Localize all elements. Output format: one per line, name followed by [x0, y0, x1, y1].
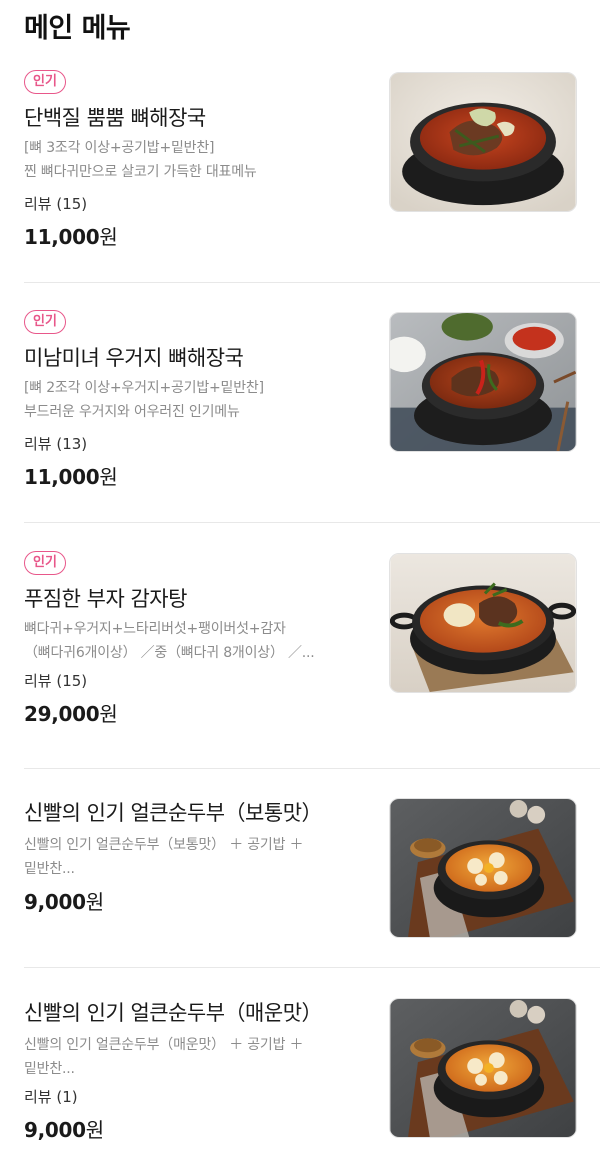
- popular-badge: 인기: [24, 70, 66, 94]
- divider: [24, 967, 600, 968]
- menu-name: 미남미녀 우거지 뼈해장국: [24, 346, 244, 370]
- menu-description-line: [뼈 2조각 이상+우거지+공기밥+밑반찬]: [24, 380, 264, 396]
- price: 29,000원: [24, 699, 369, 729]
- menu-description: 뼈다귀+우거지+느타리버섯+팽이버섯+감자 （뼈다귀6개이상） ／중（뼈다귀 8…: [24, 617, 369, 665]
- menu-item[interactable]: 인기 푸짐한 부자 감자탕 뼈다귀+우거지+느타리버섯+팽이버섯+감자 （뼈다귀…: [0, 551, 600, 769]
- menu-description-line: 부드러운 우거지와 어우러진 인기메뉴: [24, 404, 240, 420]
- menu-description: 신빨의 인기 얼큰순두부（매운맛） ＋ 공기밥 ＋ 밑반찬...: [24, 1033, 369, 1081]
- popular-badge: 인기: [24, 551, 66, 575]
- price-value: 11,000: [24, 465, 100, 489]
- review-count: 리뷰 (15): [24, 195, 88, 213]
- menu-description-line: 찐 뼈다귀만으로 살코기 가득한 대표메뉴: [24, 164, 257, 180]
- menu-item[interactable]: 인기 미남미녀 우거지 뼈해장국 [뼈 2조각 이상+우거지+공기밥+밑반찬] …: [0, 310, 600, 523]
- menu-item[interactable]: 신빨의 인기 얼큰순두부（보통맛） 신빨의 인기 얼큰순두부（보통맛） ＋ 공기…: [0, 796, 600, 968]
- menu-name: 푸짐한 부자 감자탕: [24, 587, 187, 611]
- currency: 원: [99, 702, 118, 726]
- ugeoji-haejangguk-image[interactable]: [389, 312, 577, 452]
- menu-description: [뼈 3조각 이상+공기밥+밑반찬] 찐 뼈다귀만으로 살코기 가득한 대표메뉴: [24, 136, 369, 184]
- menu-description-line: 뼈다귀+우거지+느타리버섯+팽이버섯+감자: [24, 621, 286, 637]
- menu-description-line: （뼈다귀6개이상） ／중（뼈다귀 8개이상） ／...: [24, 645, 315, 661]
- gamjatang-pot-image[interactable]: [389, 553, 577, 693]
- menu-description-line: 밑반찬...: [24, 1061, 75, 1077]
- price: 9,000원: [24, 1115, 369, 1145]
- currency: 원: [99, 225, 118, 249]
- price: 11,000원: [24, 222, 369, 252]
- review-count: 리뷰 (15): [24, 672, 88, 690]
- divider: [24, 282, 600, 283]
- menu-description-line: 신빨의 인기 얼큰순두부（보통맛） ＋ 공기밥 ＋: [24, 837, 304, 853]
- popular-badge: 인기: [24, 310, 66, 334]
- currency: 원: [99, 465, 118, 489]
- currency: 원: [85, 890, 104, 914]
- menu-description: 신빨의 인기 얼큰순두부（보통맛） ＋ 공기밥 ＋ 밑반찬...: [24, 833, 369, 881]
- haejangguk-bowl-image[interactable]: [389, 72, 577, 212]
- currency: 원: [85, 1118, 104, 1142]
- divider: [24, 522, 600, 523]
- price-value: 11,000: [24, 225, 100, 249]
- menu-description-line: 신빨의 인기 얼큰순두부（매운맛） ＋ 공기밥 ＋: [24, 1037, 304, 1053]
- price-value: 9,000: [24, 890, 86, 914]
- price-value: 9,000: [24, 1118, 86, 1142]
- menu-description-line: 밑반찬...: [24, 861, 75, 877]
- section-title: 메인 메뉴: [24, 13, 131, 44]
- review-count: 리뷰 (1): [24, 1088, 78, 1106]
- menu-name: 신빨의 인기 얼큰순두부（보통맛）: [24, 801, 323, 825]
- price: 11,000원: [24, 462, 369, 492]
- sundubu-spicy-image[interactable]: [389, 998, 577, 1138]
- review-count: 리뷰 (13): [24, 435, 88, 453]
- divider: [24, 768, 600, 769]
- price-value: 29,000: [24, 702, 100, 726]
- menu-item[interactable]: 인기 단백질 뿜뿜 뼈해장국 [뼈 3조각 이상+공기밥+밑반찬] 찐 뼈다귀만…: [0, 70, 600, 283]
- price: 9,000원: [24, 887, 369, 917]
- sundubu-mild-image[interactable]: [389, 798, 577, 938]
- menu-item[interactable]: 신빨의 인기 얼큰순두부（매운맛） 신빨의 인기 얼큰순두부（매운맛） ＋ 공기…: [0, 996, 600, 1160]
- menu-name: 단백질 뿜뿜 뼈해장국: [24, 106, 206, 130]
- menu-description: [뼈 2조각 이상+우거지+공기밥+밑반찬] 부드러운 우거지와 어우러진 인기…: [24, 376, 369, 424]
- menu-name: 신빨의 인기 얼큰순두부（매운맛）: [24, 1001, 323, 1025]
- menu-description-line: [뼈 3조각 이상+공기밥+밑반찬]: [24, 140, 215, 156]
